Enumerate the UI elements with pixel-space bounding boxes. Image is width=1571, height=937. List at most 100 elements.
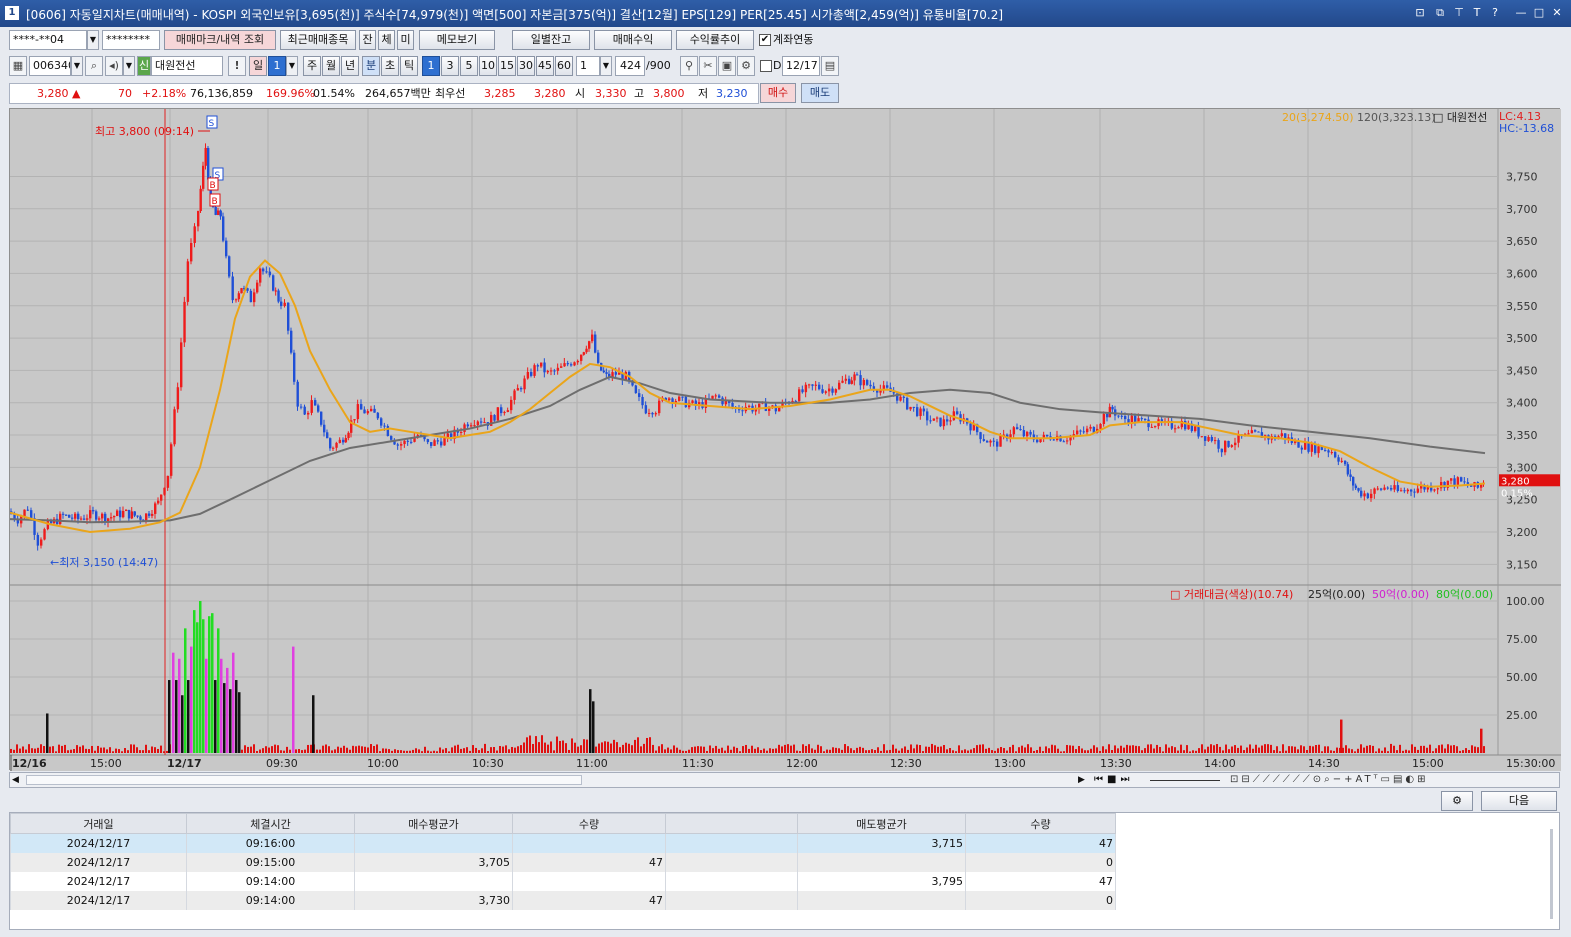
balance-button[interactable]: 잔 bbox=[359, 30, 376, 50]
table-row[interactable]: 2024/12/17 09:14:00 3,730 47 0 bbox=[10, 890, 1116, 910]
speaker-dropdown-icon[interactable]: ▼ bbox=[123, 56, 135, 76]
header-sell-qty[interactable]: 수량 bbox=[965, 813, 1116, 834]
volume-bar bbox=[472, 745, 474, 753]
candle-body bbox=[366, 411, 370, 414]
period-dropdown-icon[interactable]: ▼ bbox=[286, 56, 298, 76]
d-checkbox[interactable] bbox=[760, 60, 772, 72]
candle-body bbox=[563, 363, 566, 367]
trade-mark-query-button[interactable]: 매매마크/내역 조회 bbox=[164, 30, 276, 50]
candle-body bbox=[1406, 489, 1410, 492]
period-tick[interactable]: 틱 bbox=[400, 56, 418, 76]
minute-15[interactable]: 15 bbox=[498, 56, 516, 76]
layout-icon[interactable]: ▦ bbox=[9, 56, 27, 76]
next-button[interactable]: 다음 bbox=[1481, 791, 1557, 811]
volume-bar bbox=[997, 748, 999, 753]
period-year[interactable]: 년 bbox=[341, 56, 359, 76]
header-exec-time[interactable]: 체결시간 bbox=[186, 813, 355, 834]
horizontal-scrollbar[interactable]: ◀ ▶ ⏮■⏭ ⊡⊟⟋⟋⟋⟋⟋⟋⊙⌕−+ATᵀ▭▤◐⊞ bbox=[9, 772, 1560, 788]
scroll-thumb[interactable] bbox=[26, 775, 582, 785]
period-minute[interactable]: 분 bbox=[362, 56, 380, 76]
sell-button[interactable]: 매도 bbox=[801, 83, 839, 103]
period-second[interactable]: 초 bbox=[381, 56, 399, 76]
pin-icon[interactable]: ⊤ bbox=[1452, 5, 1466, 20]
volume-bar bbox=[382, 748, 384, 753]
table-row[interactable]: 2024/12/17 09:14:00 3,795 47 bbox=[10, 871, 1116, 891]
speaker-icon[interactable]: ◂) bbox=[105, 56, 123, 76]
minute-10[interactable]: 10 bbox=[479, 56, 497, 76]
volume-bar bbox=[1018, 747, 1020, 753]
volume-bar-highlight bbox=[184, 628, 187, 753]
account-link-checkbox[interactable]: ✔ bbox=[759, 34, 771, 46]
header-buy-qty[interactable]: 수량 bbox=[512, 813, 666, 834]
help-icon[interactable]: ? bbox=[1488, 5, 1502, 20]
unexecuted-button[interactable]: 미 bbox=[397, 30, 414, 50]
table-row[interactable]: 2024/12/17 09:15:00 3,705 47 0 bbox=[10, 852, 1116, 872]
period-month[interactable]: 월 bbox=[322, 56, 340, 76]
account-dropdown-icon[interactable]: ▼ bbox=[87, 30, 99, 50]
zoom-slider[interactable] bbox=[1150, 780, 1220, 781]
code-dropdown-icon[interactable]: ▼ bbox=[71, 56, 83, 76]
link-icon[interactable]: ⊡ bbox=[1413, 5, 1427, 20]
save-icon[interactable]: ▣ bbox=[718, 56, 736, 76]
calendar-icon[interactable]: ▤ bbox=[821, 56, 839, 76]
minute-select[interactable]: 1 bbox=[576, 56, 600, 76]
period-day-count[interactable]: 1 bbox=[268, 56, 286, 76]
volume-bar bbox=[619, 747, 621, 753]
period-week[interactable]: 주 bbox=[303, 56, 321, 76]
tools-icon[interactable]: ✂ bbox=[699, 56, 717, 76]
trade-profit-button[interactable]: 매매수익 bbox=[594, 30, 672, 50]
maximize-icon[interactable]: □ bbox=[1532, 5, 1546, 20]
minute-60[interactable]: 60 bbox=[555, 56, 573, 76]
header-buy-avg[interactable]: 매수평균가 bbox=[354, 813, 513, 834]
stock-code-input[interactable]: 006340 bbox=[29, 56, 71, 76]
daily-balance-button[interactable]: 일별잔고 bbox=[512, 30, 590, 50]
return-trend-button[interactable]: 수익률추이 bbox=[676, 30, 754, 50]
memo-button[interactable]: 메모보기 bbox=[419, 30, 495, 50]
alert-icon[interactable]: ! bbox=[228, 56, 246, 76]
candle-body bbox=[237, 293, 241, 300]
candle-body bbox=[582, 352, 586, 355]
period-day[interactable]: 일 bbox=[249, 56, 267, 76]
minute-3[interactable]: 3 bbox=[441, 56, 459, 76]
drawing-tools-icon[interactable]: ⊡⊟⟋⟋⟋⟋⟋⟋⊙⌕−+ATᵀ▭▤◐⊞ bbox=[1230, 773, 1429, 787]
volume-bar bbox=[379, 751, 381, 753]
close-icon[interactable]: ✕ bbox=[1550, 5, 1564, 20]
volume-bar bbox=[502, 746, 504, 753]
copy-icon[interactable]: ⧉ bbox=[1433, 5, 1447, 20]
grid-vertical-scrollbar[interactable] bbox=[1550, 829, 1553, 919]
minute-dropdown-icon[interactable]: ▼ bbox=[600, 56, 612, 76]
chart-area[interactable]: 3,750 3,700 3,650 3,600 3,550 3,500 3,450 3,400… bbox=[9, 108, 1561, 771]
count-input[interactable]: 424 bbox=[615, 56, 645, 76]
header-blank[interactable] bbox=[665, 813, 798, 834]
date-input[interactable]: 12/17 bbox=[782, 56, 820, 76]
password-field[interactable]: ******** bbox=[102, 30, 160, 50]
volume-bar bbox=[301, 750, 303, 753]
volume-bar bbox=[424, 746, 426, 753]
executed-button[interactable]: 체 bbox=[378, 30, 395, 50]
stock-name-field[interactable]: 대원전선 bbox=[151, 56, 223, 76]
minute-45[interactable]: 45 bbox=[536, 56, 554, 76]
price-volume-chart[interactable]: 3,750 3,700 3,650 3,600 3,550 3,500 3,450 3,400… bbox=[10, 109, 1561, 771]
grid-settings-icon[interactable]: ⚙ bbox=[1441, 791, 1473, 811]
candle-body bbox=[68, 514, 71, 518]
minimize-icon[interactable]: — bbox=[1514, 5, 1528, 20]
buy-button[interactable]: 매수 bbox=[760, 83, 796, 103]
playback-controls[interactable]: ⏮■⏭ bbox=[1094, 773, 1133, 787]
header-sell-avg[interactable]: 매도평균가 bbox=[797, 813, 966, 834]
volume-bar bbox=[34, 748, 36, 753]
font-icon[interactable]: T bbox=[1470, 5, 1484, 20]
minute-1[interactable]: 1 bbox=[422, 56, 440, 76]
minute-5[interactable]: 5 bbox=[460, 56, 478, 76]
volume-bar bbox=[808, 744, 810, 753]
candle-body bbox=[1337, 457, 1340, 462]
scroll-right-icon[interactable]: ▶ bbox=[1078, 773, 1085, 787]
indicator-icon[interactable]: ⚲ bbox=[680, 56, 698, 76]
table-row[interactable]: 2024/12/17 09:16:00 3,715 47 bbox=[10, 833, 1116, 853]
search-icon[interactable]: ⌕ bbox=[85, 56, 103, 76]
recent-trade-button[interactable]: 최근매매종목 bbox=[280, 30, 356, 50]
minute-30[interactable]: 30 bbox=[517, 56, 535, 76]
scroll-left-icon[interactable]: ◀ bbox=[12, 773, 19, 787]
account-select[interactable]: ****-**04 bbox=[9, 30, 87, 50]
gear-icon[interactable]: ⚙ bbox=[737, 56, 755, 76]
header-trade-date[interactable]: 거래일 bbox=[10, 813, 187, 834]
